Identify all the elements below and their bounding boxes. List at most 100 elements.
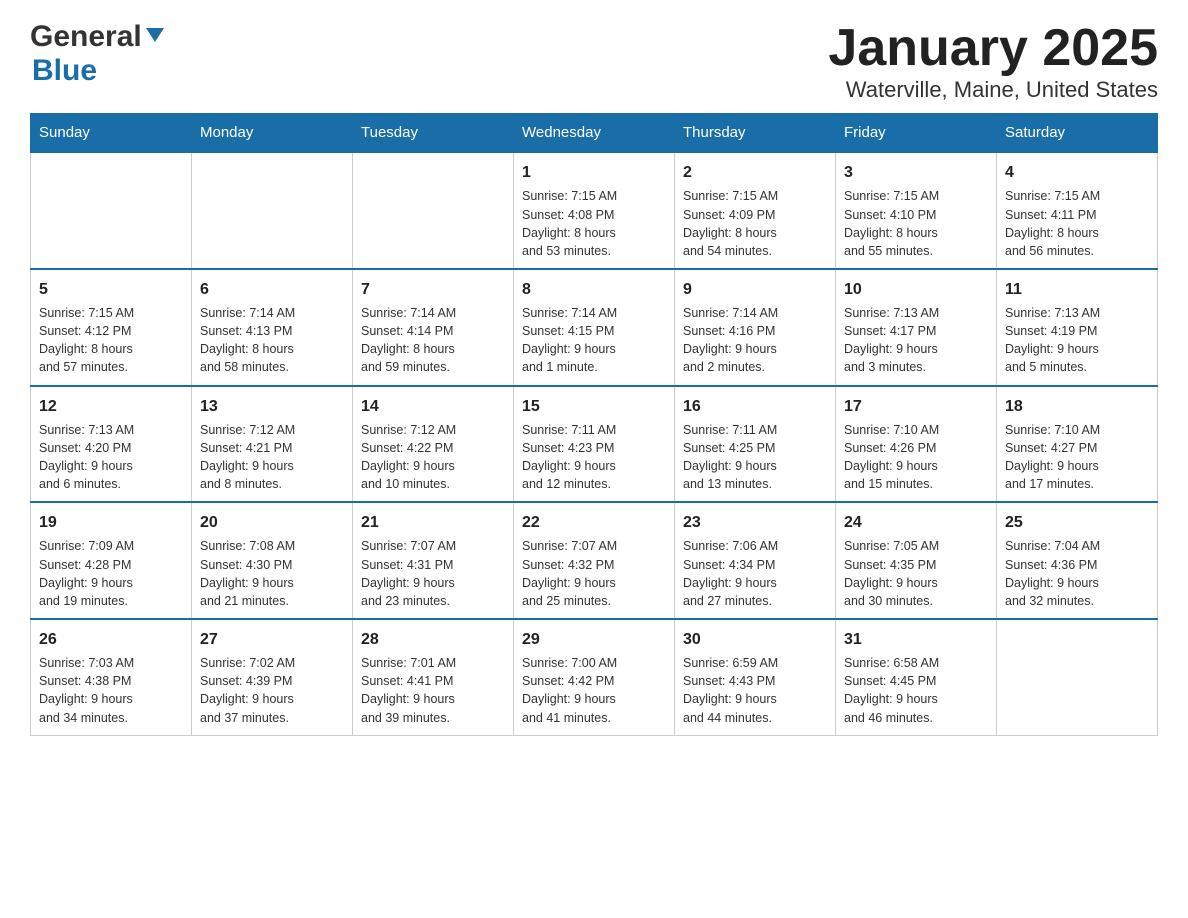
calendar-cell: 28 Sunrise: 7:01 AMSunset: 4:41 PMDayligh… xyxy=(353,619,514,735)
calendar-cell: 19 Sunrise: 7:09 AMSunset: 4:28 PMDayligh… xyxy=(31,502,192,619)
day-info: Sunrise: 7:13 AMSunset: 4:19 PMDaylight:… xyxy=(1005,304,1149,377)
day-info: Sunrise: 7:01 AMSunset: 4:41 PMDaylight:… xyxy=(361,654,505,727)
day-info: Sunrise: 7:15 AMSunset: 4:11 PMDaylight:… xyxy=(1005,187,1149,260)
day-info: Sunrise: 7:15 AMSunset: 4:09 PMDaylight:… xyxy=(683,187,827,260)
day-info: Sunrise: 7:04 AMSunset: 4:36 PMDaylight:… xyxy=(1005,537,1149,610)
day-header-wednesday: Wednesday xyxy=(514,114,675,153)
calendar-cell: 5Sunrise: 7:15 AMSunset: 4:12 PMDaylight… xyxy=(31,269,192,386)
day-header-saturday: Saturday xyxy=(997,114,1158,153)
day-number: 18 xyxy=(1005,395,1149,418)
day-number: 19 xyxy=(39,511,183,534)
day-number: 26 xyxy=(39,628,183,651)
day-number: 11 xyxy=(1005,278,1149,301)
calendar-week-2: 5Sunrise: 7:15 AMSunset: 4:12 PMDaylight… xyxy=(31,269,1158,386)
calendar-cell: 26 Sunrise: 7:03 AMSunset: 4:38 PMDayligh… xyxy=(31,619,192,735)
day-number: 7 xyxy=(361,278,505,301)
calendar-cell: 29 Sunrise: 7:00 AMSunset: 4:42 PMDayligh… xyxy=(514,619,675,735)
calendar-cell: 21 Sunrise: 7:07 AMSunset: 4:31 PMDayligh… xyxy=(353,502,514,619)
calendar-cell: 11 Sunrise: 7:13 AMSunset: 4:19 PMDayligh… xyxy=(997,269,1158,386)
day-info: Sunrise: 7:14 AMSunset: 4:13 PMDaylight:… xyxy=(200,304,344,377)
calendar-week-5: 26 Sunrise: 7:03 AMSunset: 4:38 PMDayligh… xyxy=(31,619,1158,735)
logo-general-text: General xyxy=(30,20,142,54)
calendar-cell xyxy=(353,152,514,269)
day-number: 2 xyxy=(683,161,827,184)
calendar-cell xyxy=(31,152,192,269)
day-info: Sunrise: 7:07 AMSunset: 4:31 PMDaylight:… xyxy=(361,537,505,610)
day-info: Sunrise: 7:14 AMSunset: 4:16 PMDaylight:… xyxy=(683,304,827,377)
day-number: 8 xyxy=(522,278,666,301)
logo: General Blue xyxy=(30,20,164,88)
day-info: Sunrise: 7:02 AMSunset: 4:39 PMDaylight:… xyxy=(200,654,344,727)
day-info: Sunrise: 7:15 AMSunset: 4:08 PMDaylight:… xyxy=(522,187,666,260)
calendar-cell: 25 Sunrise: 7:04 AMSunset: 4:36 PMDayligh… xyxy=(997,502,1158,619)
day-info: Sunrise: 7:07 AMSunset: 4:32 PMDaylight:… xyxy=(522,537,666,610)
day-number: 9 xyxy=(683,278,827,301)
day-header-sunday: Sunday xyxy=(31,114,192,153)
day-number: 4 xyxy=(1005,161,1149,184)
calendar-cell: 7Sunrise: 7:14 AMSunset: 4:14 PMDaylight… xyxy=(353,269,514,386)
calendar-cell: 23 Sunrise: 7:06 AMSunset: 4:34 PMDayligh… xyxy=(675,502,836,619)
day-header-tuesday: Tuesday xyxy=(353,114,514,153)
day-number: 5 xyxy=(39,278,183,301)
day-number: 28 xyxy=(361,628,505,651)
page-header: General Blue January 2025 Waterville, Ma… xyxy=(30,20,1158,103)
day-number: 13 xyxy=(200,395,344,418)
day-info: Sunrise: 7:14 AMSunset: 4:15 PMDaylight:… xyxy=(522,304,666,377)
day-info: Sunrise: 6:58 AMSunset: 4:45 PMDaylight:… xyxy=(844,654,988,727)
day-header-thursday: Thursday xyxy=(675,114,836,153)
day-info: Sunrise: 7:00 AMSunset: 4:42 PMDaylight:… xyxy=(522,654,666,727)
calendar-cell: 27 Sunrise: 7:02 AMSunset: 4:39 PMDayligh… xyxy=(192,619,353,735)
calendar-cell: 12Sunrise: 7:13 AMSunset: 4:20 PMDayligh… xyxy=(31,386,192,503)
calendar-cell: 17Sunrise: 7:10 AMSunset: 4:26 PMDayligh… xyxy=(836,386,997,503)
calendar-cell xyxy=(997,619,1158,735)
day-info: Sunrise: 6:59 AMSunset: 4:43 PMDaylight:… xyxy=(683,654,827,727)
day-number: 31 xyxy=(844,628,988,651)
calendar-cell: 31 Sunrise: 6:58 AMSunset: 4:45 PMDayligh… xyxy=(836,619,997,735)
day-number: 23 xyxy=(683,511,827,534)
day-number: 14 xyxy=(361,395,505,418)
title-block: January 2025 Waterville, Maine, United S… xyxy=(828,20,1158,103)
calendar-cell: 10 Sunrise: 7:13 AMSunset: 4:17 PMDayligh… xyxy=(836,269,997,386)
calendar-week-4: 19 Sunrise: 7:09 AMSunset: 4:28 PMDayligh… xyxy=(31,502,1158,619)
day-number: 16 xyxy=(683,395,827,418)
calendar-cell: 15Sunrise: 7:11 AMSunset: 4:23 PMDayligh… xyxy=(514,386,675,503)
day-number: 6 xyxy=(200,278,344,301)
day-number: 24 xyxy=(844,511,988,534)
calendar-cell: 2 Sunrise: 7:15 AMSunset: 4:09 PMDaylight… xyxy=(675,152,836,269)
calendar-table: SundayMondayTuesdayWednesdayThursdayFrid… xyxy=(30,113,1158,735)
day-number: 21 xyxy=(361,511,505,534)
calendar-cell: 18Sunrise: 7:10 AMSunset: 4:27 PMDayligh… xyxy=(997,386,1158,503)
day-number: 27 xyxy=(200,628,344,651)
calendar-cell xyxy=(192,152,353,269)
logo-arrow-icon xyxy=(146,28,164,51)
day-header-monday: Monday xyxy=(192,114,353,153)
day-number: 3 xyxy=(844,161,988,184)
calendar-cell: 3Sunrise: 7:15 AMSunset: 4:10 PMDaylight… xyxy=(836,152,997,269)
day-info: Sunrise: 7:13 AMSunset: 4:20 PMDaylight:… xyxy=(39,421,183,494)
day-info: Sunrise: 7:10 AMSunset: 4:26 PMDaylight:… xyxy=(844,421,988,494)
calendar-week-1: 1Sunrise: 7:15 AMSunset: 4:08 PMDaylight… xyxy=(31,152,1158,269)
calendar-cell: 22 Sunrise: 7:07 AMSunset: 4:32 PMDayligh… xyxy=(514,502,675,619)
calendar-body: 1Sunrise: 7:15 AMSunset: 4:08 PMDaylight… xyxy=(31,152,1158,735)
day-number: 15 xyxy=(522,395,666,418)
calendar-cell: 14Sunrise: 7:12 AMSunset: 4:22 PMDayligh… xyxy=(353,386,514,503)
calendar-cell: 8 Sunrise: 7:14 AMSunset: 4:15 PMDaylight… xyxy=(514,269,675,386)
day-number: 22 xyxy=(522,511,666,534)
day-number: 25 xyxy=(1005,511,1149,534)
calendar-cell: 20Sunrise: 7:08 AMSunset: 4:30 PMDayligh… xyxy=(192,502,353,619)
calendar-cell: 30 Sunrise: 6:59 AMSunset: 4:43 PMDayligh… xyxy=(675,619,836,735)
logo-blue-text: Blue xyxy=(32,54,97,87)
day-info: Sunrise: 7:06 AMSunset: 4:34 PMDaylight:… xyxy=(683,537,827,610)
day-number: 10 xyxy=(844,278,988,301)
day-header-friday: Friday xyxy=(836,114,997,153)
day-number: 20 xyxy=(200,511,344,534)
day-info: Sunrise: 7:09 AMSunset: 4:28 PMDaylight:… xyxy=(39,537,183,610)
calendar-week-3: 12Sunrise: 7:13 AMSunset: 4:20 PMDayligh… xyxy=(31,386,1158,503)
day-info: Sunrise: 7:05 AMSunset: 4:35 PMDaylight:… xyxy=(844,537,988,610)
calendar-cell: 16Sunrise: 7:11 AMSunset: 4:25 PMDayligh… xyxy=(675,386,836,503)
day-info: Sunrise: 7:03 AMSunset: 4:38 PMDaylight:… xyxy=(39,654,183,727)
day-info: Sunrise: 7:13 AMSunset: 4:17 PMDaylight:… xyxy=(844,304,988,377)
day-number: 29 xyxy=(522,628,666,651)
day-number: 30 xyxy=(683,628,827,651)
day-info: Sunrise: 7:12 AMSunset: 4:21 PMDaylight:… xyxy=(200,421,344,494)
